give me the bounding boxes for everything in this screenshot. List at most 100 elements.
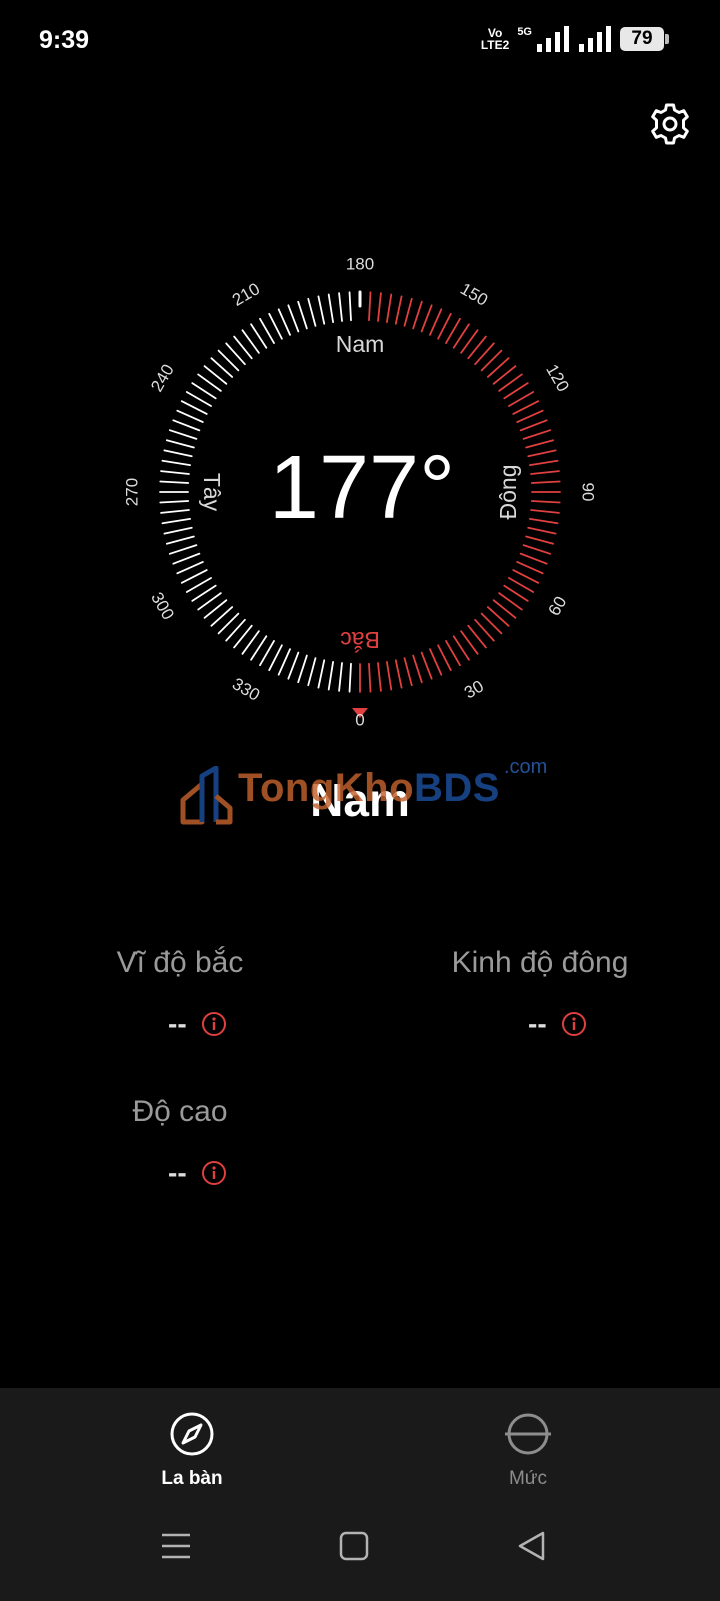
tab-level-label: Mức: [508, 1468, 548, 1489]
compass-tick: [165, 535, 195, 545]
tick-label-60: 60: [545, 593, 571, 619]
tick-label-90: 90: [579, 483, 598, 502]
compass-tick: [161, 518, 192, 525]
compass-tick: [327, 660, 334, 691]
network-type: 5G: [517, 26, 532, 38]
compass-tick: [386, 660, 393, 691]
compass-tick: [176, 561, 204, 575]
compass-tick: [368, 662, 372, 693]
compass-tick: [512, 569, 540, 584]
compass-tick: [394, 295, 403, 325]
compass-tick: [277, 648, 291, 676]
info-icon[interactable]: [201, 1160, 227, 1186]
compass-tick: [445, 640, 461, 667]
compass-tick: [519, 419, 548, 432]
compass-tick: [437, 312, 452, 340]
compass-tick: [287, 651, 300, 680]
compass-tick: [429, 308, 443, 336]
compass-tick: [168, 544, 198, 555]
back-icon[interactable]: [516, 1530, 548, 1562]
status-bar: 9:39 Vo LTE2 5G 79: [0, 0, 720, 84]
compass-tick: [377, 292, 382, 322]
compass-tick: [307, 657, 317, 687]
tick-label-270: 270: [123, 478, 142, 506]
compass-tick: [327, 293, 334, 324]
compass-tick: [165, 439, 195, 449]
compass-tick: [445, 317, 461, 344]
volte-indicator: Vo LTE2: [481, 27, 509, 51]
compass-tick: [163, 526, 193, 535]
gear-icon: [651, 103, 689, 145]
compass-tick: [172, 552, 201, 565]
compass-tick: [394, 659, 403, 689]
bottom-nav: La bàn Mức: [0, 1388, 720, 1601]
compass-tick: [317, 295, 326, 325]
settings-button[interactable]: [648, 102, 692, 146]
compass-dial: 0 30 60 90 120 150 180 210 240 270 300 3…: [123, 255, 598, 730]
compass-tick: [277, 308, 291, 336]
compass-tick: [287, 304, 300, 333]
compass-tick: [159, 480, 190, 484]
info-icon[interactable]: [201, 1011, 227, 1037]
compass-tick: [297, 300, 308, 330]
compass-tick: [420, 304, 433, 333]
altitude-label: Độ cao: [132, 1095, 228, 1128]
level-icon: [505, 1413, 551, 1455]
cardinal-north: Bắc: [340, 627, 380, 653]
compass-tick: [429, 648, 443, 676]
compass-tick: [530, 480, 561, 484]
compass-tick: [403, 657, 413, 687]
compass-tick: [412, 654, 423, 684]
signal-icon: [537, 26, 569, 52]
compass-tick: [348, 291, 352, 322]
cardinal-west: Tây: [199, 473, 225, 512]
tick-label-120: 120: [542, 361, 573, 395]
tick-label-30: 30: [461, 677, 487, 703]
compass-tick: [307, 297, 317, 327]
info-icon[interactable]: [561, 1011, 587, 1037]
compass-tick: [525, 439, 555, 449]
compass-tick: [527, 449, 557, 458]
status-time: 9:39: [39, 26, 90, 54]
compass-tick: [516, 561, 544, 575]
altitude-value: --: [168, 1157, 227, 1189]
compass-tick: [522, 544, 552, 555]
compass-tick: [159, 500, 190, 504]
compass-tick: [377, 662, 382, 692]
heading-degrees: 177°: [269, 438, 455, 538]
compass-tick: [522, 429, 552, 440]
cardinal-east: Đông: [495, 465, 521, 520]
compass-tick: [528, 518, 559, 525]
compass-tick: [368, 291, 372, 322]
direction-name: Nam: [310, 774, 410, 826]
longitude-value: --: [528, 1008, 587, 1040]
compass-tick: [530, 500, 561, 504]
longitude-value-text: --: [528, 1008, 547, 1039]
compass-tick: [420, 651, 433, 680]
latitude-label: Vĩ độ bắc: [116, 946, 244, 979]
compass-tick: [530, 470, 560, 475]
compass-tick: [180, 400, 208, 415]
home-icon[interactable]: [338, 1530, 370, 1562]
tick-label-300: 300: [147, 589, 178, 623]
compass-tick: [160, 470, 190, 475]
battery-level: 79: [631, 28, 653, 49]
cardinal-south: Nam: [336, 331, 385, 357]
compass-tick: [508, 577, 535, 593]
compass-tick: [527, 526, 557, 535]
tick-label-0: 0: [355, 711, 364, 730]
compass-tick: [268, 644, 283, 672]
compass-tick: [297, 654, 308, 684]
compass-tick: [348, 662, 352, 693]
compass-tick: [185, 391, 212, 407]
menu-icon[interactable]: [160, 1530, 192, 1562]
compass-tick: [403, 297, 413, 327]
compass-tick: [180, 569, 208, 584]
tick-label-240: 240: [147, 361, 178, 395]
compass-tick: [516, 409, 544, 423]
tab-compass[interactable]: La bàn: [122, 1410, 262, 1490]
compass-tick: [259, 640, 275, 667]
altitude-value-text: --: [168, 1157, 187, 1188]
tab-level[interactable]: Mức: [458, 1410, 598, 1490]
tick-label-150: 150: [457, 279, 491, 310]
